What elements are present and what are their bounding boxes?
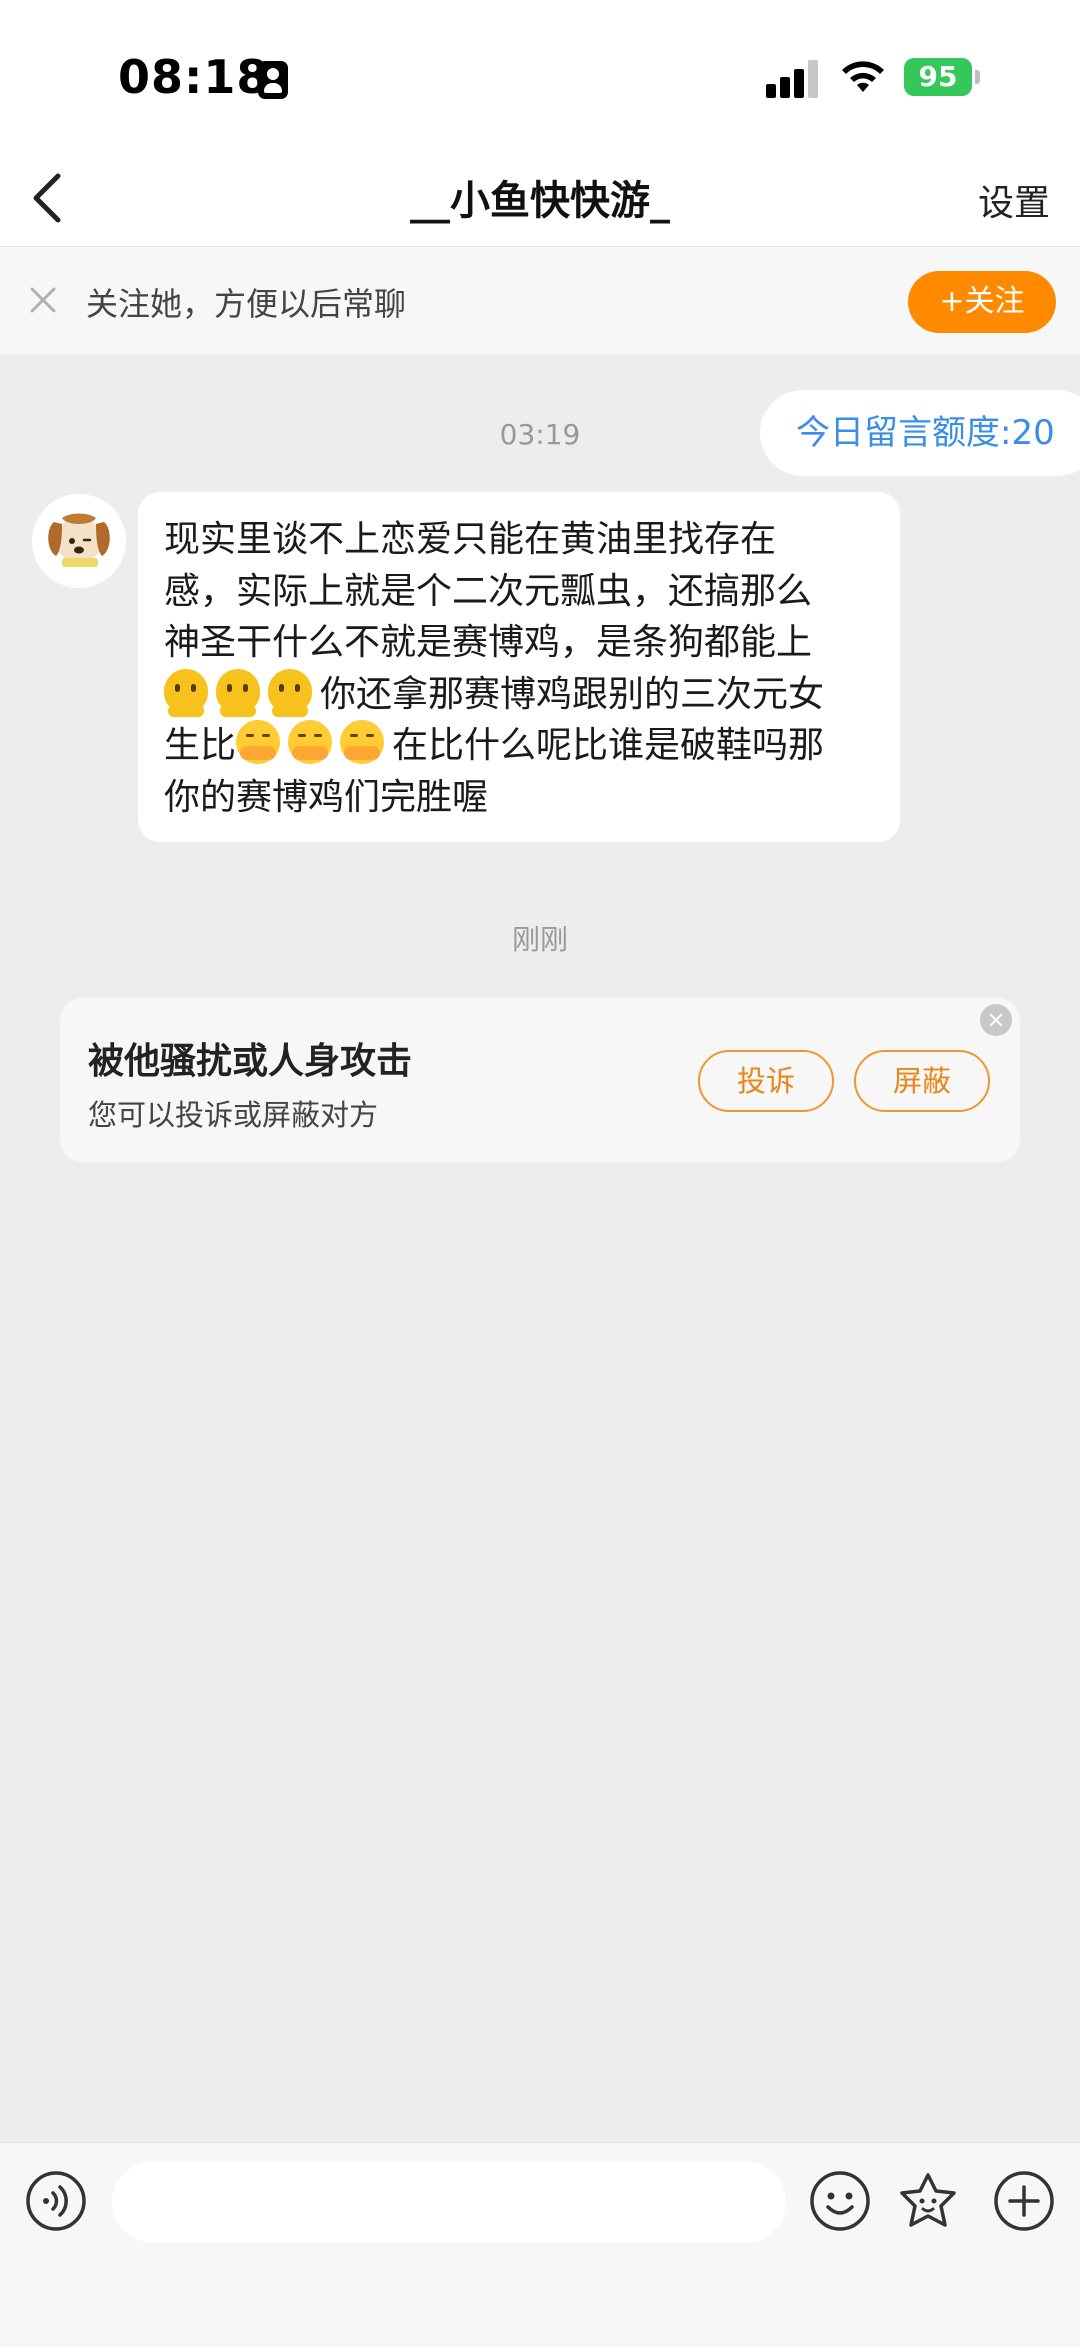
- complain-button[interactable]: 投诉: [698, 1050, 834, 1112]
- report-card-title: 被他骚扰或人身攻击: [88, 1041, 413, 1082]
- message-timestamp: 刚刚: [511, 923, 568, 956]
- follow-banner: 关注她，方便以后常聊 +关注: [0, 246, 1080, 354]
- harassment-report-card: 被他骚扰或人身攻击 您可以投诉或屏蔽对方 投诉 屏蔽: [60, 998, 1020, 1162]
- battery-tip: [975, 70, 980, 84]
- block-button[interactable]: 屏蔽: [854, 1050, 990, 1112]
- cellular-signal-icon: [766, 58, 822, 98]
- chevron-left-icon[interactable]: [18, 162, 78, 232]
- message-line: 感，实际上就是个二次元瓢虫，还搞那么: [164, 570, 813, 612]
- report-card-subtitle: 您可以投诉或屏蔽对方: [88, 1098, 379, 1132]
- sticker-icon[interactable]: [896, 2169, 960, 2233]
- page-title: __小鱼快快游_: [410, 178, 670, 224]
- melting-face-emoji-icon: [216, 668, 260, 717]
- hugging-face-emoji-icon: [236, 720, 281, 764]
- add-icon[interactable]: [992, 2169, 1056, 2233]
- dog-avatar-icon: [32, 494, 126, 588]
- hugging-face-emoji-icon: [340, 720, 385, 764]
- message-line: 现实里谈不上恋爱只能在黄油里找存在: [164, 519, 777, 560]
- emoji-icon[interactable]: [808, 2169, 872, 2233]
- message-line: 你还拿那赛博鸡跟别的三次元女: [164, 668, 874, 721]
- close-icon[interactable]: [980, 1004, 1012, 1036]
- message-input-bar: [0, 2142, 1080, 2347]
- message-text: 生比: [164, 725, 237, 766]
- incoming-message-bubble[interactable]: 现实里谈不上恋爱只能在黄油里找存在 感，实际上就是个二次元瓢虫，还搞那么 神圣干…: [138, 492, 900, 842]
- message-timestamp: 03:19: [499, 418, 581, 451]
- settings-button[interactable]: 设置: [978, 174, 1050, 226]
- avatar[interactable]: [32, 494, 126, 588]
- focus-person-icon: [258, 61, 288, 99]
- status-time: 08:18: [118, 50, 270, 104]
- wifi-icon: [842, 61, 884, 92]
- melting-face-emoji-icon: [268, 668, 312, 717]
- message-line: 你的赛博鸡们完胜喔: [164, 776, 489, 818]
- hugging-face-emoji-icon: [288, 720, 333, 764]
- message-text: 你还拿那赛博鸡跟别的三次元女: [320, 673, 825, 715]
- message-line: 生比 在比什么呢比谁是破鞋吗那: [164, 720, 874, 772]
- follow-button[interactable]: +关注: [908, 271, 1056, 333]
- battery-level: 95: [904, 58, 972, 96]
- voice-input-icon[interactable]: [24, 2169, 88, 2233]
- melting-face-emoji-icon: [164, 668, 208, 717]
- message-text: 在比什么呢比谁是破鞋吗那: [392, 725, 825, 766]
- close-icon[interactable]: [26, 283, 60, 317]
- message-line: 神圣干什么不就是赛博鸡，是条狗都能上: [164, 622, 813, 663]
- message-input[interactable]: [112, 2161, 786, 2243]
- chat-screen: 08:18 95 __小鱼快快游_ 设置 关注她，方便以后常聊 +关注 今日留言…: [0, 0, 1080, 2347]
- follow-hint-text: 关注她，方便以后常聊: [86, 285, 407, 323]
- status-bar: 08:18 95: [0, 0, 1080, 150]
- nav-bar: __小鱼快快游_ 设置: [0, 150, 1080, 246]
